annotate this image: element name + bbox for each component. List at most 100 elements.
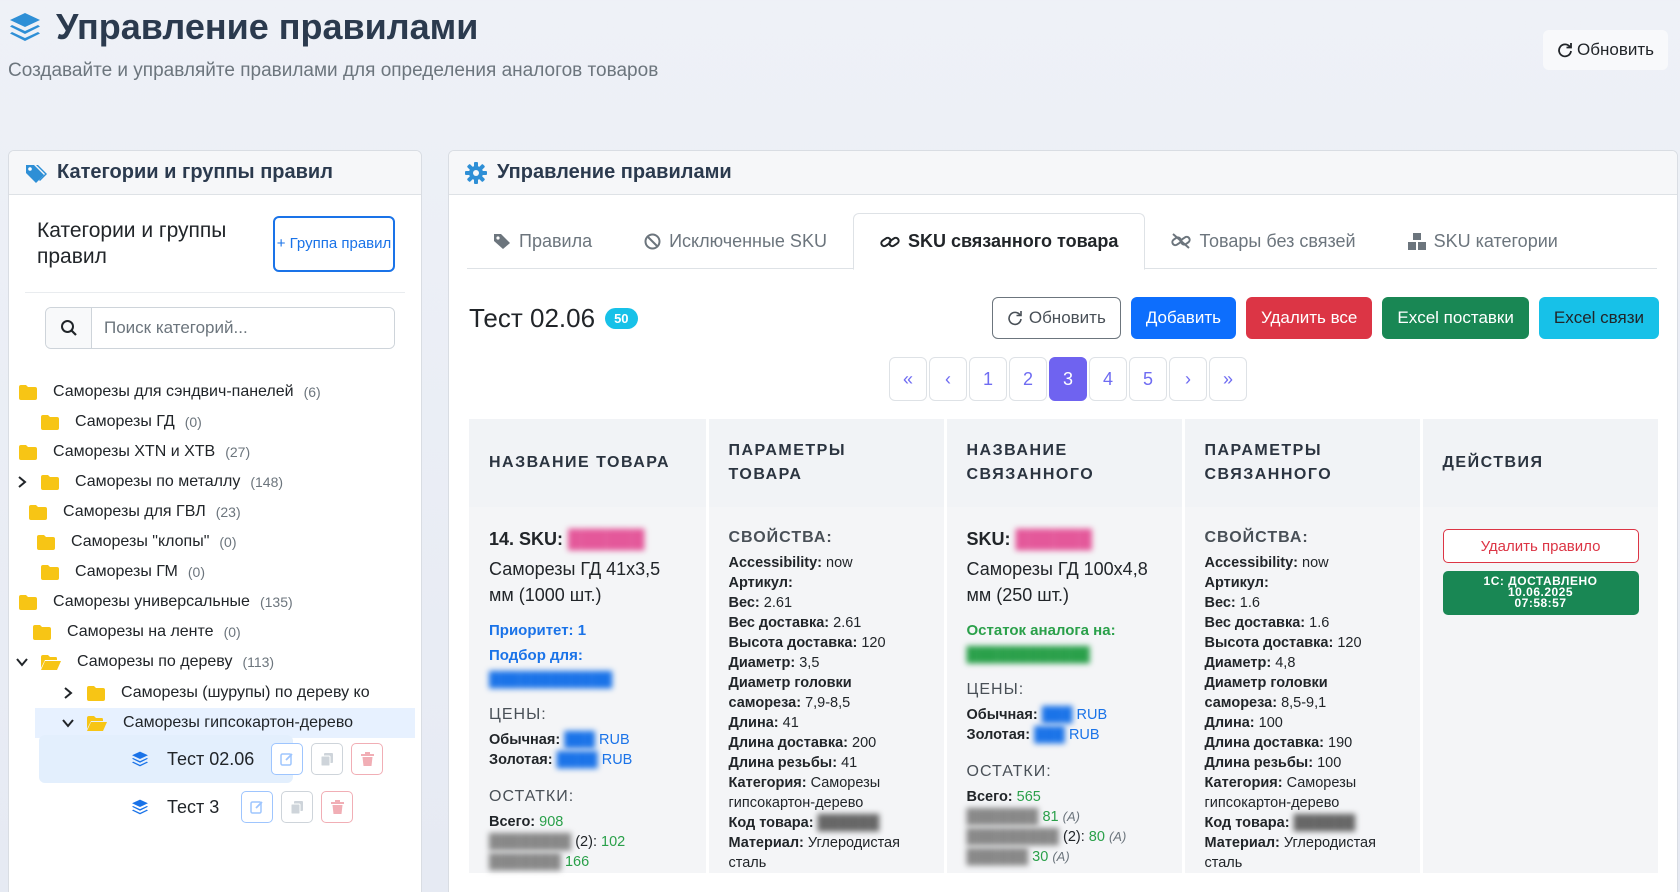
page-prev[interactable]: ‹	[929, 357, 967, 401]
chevron-down-icon[interactable]	[15, 655, 29, 669]
folder-icon	[41, 564, 59, 580]
property: Длина доставка: 200	[728, 735, 877, 751]
category-search-input[interactable]	[92, 308, 394, 348]
tab-rules[interactable]: Правила	[467, 213, 618, 269]
tree-item-count: (0)	[184, 414, 202, 430]
stock-value: 80	[1088, 829, 1105, 845]
stock-value: 81	[1042, 809, 1059, 825]
rule-group-item[interactable]: Тест 02.06	[39, 735, 293, 783]
rules-panel-header: Управление правилами	[449, 151, 1677, 195]
stock-total: Всего: 908	[489, 812, 686, 832]
page-5[interactable]: 5	[1129, 357, 1167, 401]
rule-group-actions	[233, 791, 353, 823]
property: Вес: 1.6	[1204, 595, 1260, 611]
delete-rule-button[interactable]: Удалить правило	[1442, 529, 1639, 563]
tree-item[interactable]: Саморезы ГД (0)	[41, 407, 202, 437]
status-badge: 1С: ДОСТАВЛЕНО 10.06.2025 07:58:57	[1442, 571, 1639, 615]
tree-item[interactable]: Саморезы универсальные (135)	[19, 587, 293, 617]
folder-icon	[19, 594, 37, 610]
tree-item[interactable]: Саморезы (шурупы) по дереву ко	[61, 678, 370, 708]
linked-params-cell: СВОЙСТВА: Accessibility: now Артикул: Ве…	[1183, 507, 1423, 873]
tree-item[interactable]: Саморезы "клопы" (0)	[37, 527, 237, 557]
page-first[interactable]: «	[889, 357, 927, 401]
col-product-name: НАЗВАНИЕ ТОВАРА	[469, 419, 709, 507]
delete-all-button[interactable]: Удалить все	[1245, 297, 1373, 339]
delete-group-button[interactable]	[321, 791, 353, 823]
categories-panel-header: Категории и группы правил	[9, 151, 421, 195]
tree-item[interactable]: Саморезы XTN и XTB (27)	[19, 437, 250, 467]
tab-linked-sku[interactable]: SKU связанного товара	[852, 213, 1146, 270]
excel-supply-button[interactable]: Excel поставки	[1382, 297, 1529, 339]
chevron-right-icon[interactable]	[15, 475, 29, 489]
edit-group-button[interactable]	[241, 791, 273, 823]
page-header: Управление правилами Создавайте и управл…	[8, 6, 1672, 96]
stock-flag: (A)	[1108, 829, 1127, 844]
add-group-button[interactable]: + Группа правил	[273, 215, 395, 272]
copy-group-button[interactable]	[281, 791, 313, 823]
tab-label: SKU категории	[1433, 230, 1558, 251]
tree-item[interactable]: Саморезы на ленте (0)	[33, 617, 241, 647]
tree-item[interactable]: Саморезы для ГВЛ (23)	[29, 497, 241, 527]
copy-group-button[interactable]	[311, 743, 343, 775]
tree-item-label: Саморезы гипсокартон-дерево	[123, 714, 354, 731]
property: Категория: Саморезы гипсокартон-дерево	[1204, 775, 1357, 811]
edit-icon	[280, 752, 294, 766]
properties-heading: СВОЙСТВА:	[1204, 529, 1309, 546]
folder-icon	[41, 474, 59, 490]
add-button[interactable]: Добавить	[1130, 297, 1236, 339]
page-4[interactable]: 4	[1089, 357, 1127, 401]
blurred-value: ███████	[966, 809, 1039, 825]
tree-item-count: (0)	[219, 534, 237, 550]
properties-list: Accessibility: now Артикул: Вес: 1.6 Вес…	[1205, 553, 1400, 873]
stock-suffix: (2):	[575, 834, 597, 850]
folder-icon	[41, 414, 59, 430]
tab-category-sku[interactable]: SKU категории	[1382, 213, 1584, 269]
pagination: « ‹ 1 2 3 4 5 › »	[889, 357, 1247, 401]
linked-name: Саморезы ГД 100х4,8 мм (250 шт.)	[966, 559, 1148, 605]
linked-sku-table: НАЗВАНИЕ ТОВАРА ПАРАМЕТРЫ ТОВАРА НАЗВАНИ…	[469, 419, 1661, 892]
tree-item[interactable]: Саморезы по дереву (113)	[15, 647, 274, 677]
blurred-value: ███████	[489, 854, 561, 870]
rule-group-title: Тест 02.06	[469, 303, 596, 333]
tab-excluded-sku[interactable]: Исключенные SKU	[618, 213, 853, 269]
page-last[interactable]: »	[1209, 357, 1247, 401]
page-1[interactable]: 1	[969, 357, 1007, 401]
tree-item[interactable]: Саморезы ГМ (0)	[41, 557, 205, 587]
page-2[interactable]: 2	[1009, 357, 1047, 401]
delete-group-button[interactable]	[351, 743, 383, 775]
chevron-right-icon[interactable]	[61, 686, 75, 700]
refresh-button[interactable]: Обновить	[991, 297, 1121, 339]
refresh-page-button[interactable]: Обновить	[1543, 30, 1668, 70]
trash-icon	[330, 800, 344, 814]
page-title: Управление правилами	[56, 6, 479, 47]
categories-panel-title: Категории и группы правил	[57, 161, 333, 183]
selection-for-link[interactable]: Подбор для:	[489, 647, 686, 664]
refresh-button-label: Обновить	[1028, 308, 1106, 327]
col-actions: ДЕЙСТВИЯ	[1421, 419, 1661, 507]
price-regular: Обычная: ███ RUB	[489, 730, 686, 750]
tree-item-label: Саморезы по металлу	[75, 473, 241, 490]
tree-item-selected[interactable]: Саморезы гипсокартон-дерево	[35, 708, 415, 738]
price-gold: Золотая: ███ RUB	[967, 725, 1162, 745]
priority-link[interactable]: Приоритет: 1	[489, 622, 686, 639]
property: Длина резьбы: 100	[1204, 755, 1342, 771]
page-3-active[interactable]: 3	[1049, 357, 1087, 401]
page-next[interactable]: ›	[1169, 357, 1207, 401]
chevron-down-icon[interactable]	[61, 716, 75, 730]
property: Accessibility: now	[1204, 555, 1329, 571]
tree-item-count: (113)	[242, 654, 275, 670]
product-name: Саморезы ГД 41х3,5 мм (1000 шт.)	[489, 559, 661, 605]
property: Материал: Углеродистая сталь	[728, 835, 900, 871]
stock-label: Всего:	[489, 814, 536, 830]
tab-unlinked-products[interactable]: Товары без связей	[1145, 213, 1381, 269]
stock-heading: ОСТАТКИ:	[489, 788, 575, 805]
property: Диаметр головки самореза: 8,5-9,1	[1204, 675, 1328, 711]
categories-panel: Категории и группы правил Категории и гр…	[8, 150, 422, 892]
excel-links-button[interactable]: Excel связи	[1538, 297, 1659, 339]
price-regular: Обычная: ███ RUB	[967, 705, 1162, 725]
tree-item-label: Саморезы универсальные	[53, 593, 250, 610]
tree-item[interactable]: Саморезы по металлу (148)	[15, 467, 283, 497]
edit-group-button[interactable]	[271, 743, 303, 775]
blurred-value: ███	[564, 732, 596, 748]
tree-item[interactable]: Саморезы для сэндвич-панелей (6)	[19, 377, 321, 407]
